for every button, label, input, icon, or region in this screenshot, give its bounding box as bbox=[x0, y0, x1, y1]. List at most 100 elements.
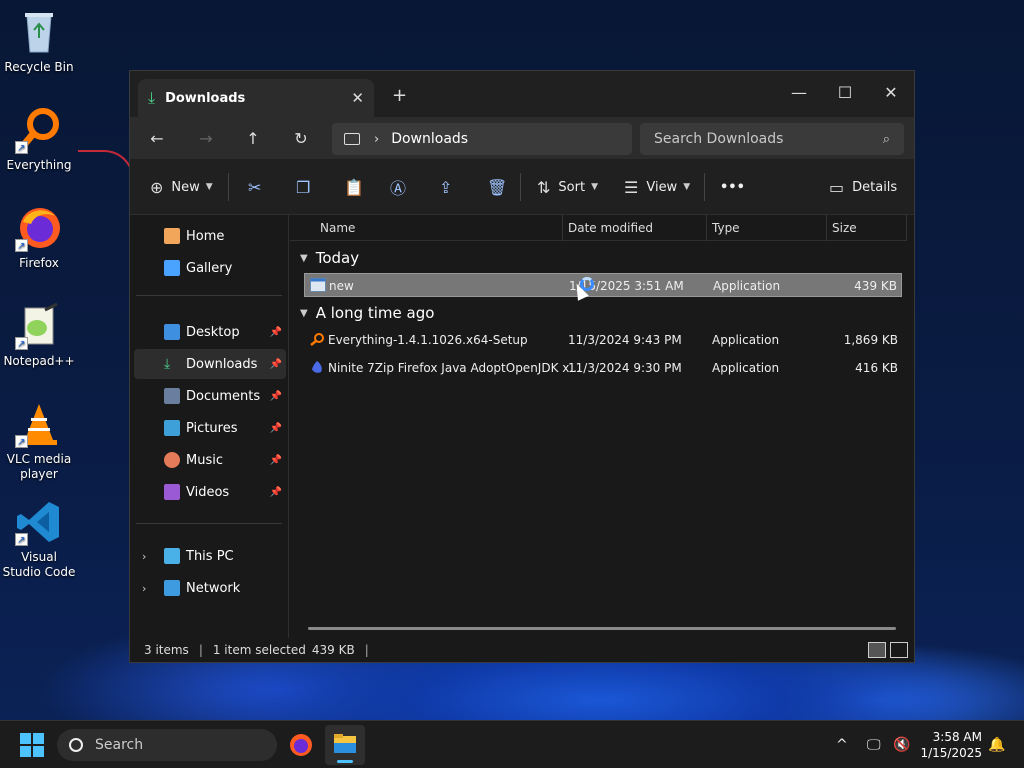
maximize-button[interactable]: ☐ bbox=[822, 77, 868, 107]
shortcut-arrow-icon: ↗ bbox=[15, 141, 28, 154]
close-window-button[interactable]: ✕ bbox=[868, 77, 914, 107]
sidebar-item-documents[interactable]: Documents 📌 bbox=[134, 381, 286, 411]
selected-size: 439 KB bbox=[311, 643, 355, 657]
column-resize-handle[interactable] bbox=[562, 215, 563, 241]
shortcut-arrow-icon: ↗ bbox=[15, 533, 28, 546]
vlc-icon: ↗ bbox=[15, 400, 63, 448]
sidebar-item-network[interactable]: › Network bbox=[134, 573, 286, 603]
sidebar-item-gallery[interactable]: Gallery bbox=[134, 253, 286, 283]
details-label: Details bbox=[852, 179, 898, 195]
minimize-button[interactable]: — bbox=[776, 77, 822, 107]
address-bar[interactable]: › Downloads bbox=[332, 123, 632, 155]
horizontal-scrollbar[interactable] bbox=[308, 627, 896, 630]
volume-muted-icon[interactable]: 🔇 bbox=[893, 721, 910, 768]
desktop-icon-notepadpp[interactable]: ↗ Notepad++ bbox=[1, 302, 77, 369]
sidebar-item-videos[interactable]: Videos 📌 bbox=[134, 477, 286, 507]
shortcut-arrow-icon: ↗ bbox=[15, 337, 28, 350]
sidebar-item-pictures[interactable]: Pictures 📌 bbox=[134, 413, 286, 443]
file-row[interactable]: new 1/15/2025 3:51 AM Application 439 KB bbox=[304, 273, 902, 297]
group-header-today[interactable]: ▼ Today bbox=[300, 249, 359, 267]
chevron-right-icon[interactable]: › bbox=[142, 582, 146, 595]
taskbar-search[interactable]: Search bbox=[57, 729, 277, 761]
breadcrumb-chevron-icon[interactable]: › bbox=[374, 132, 379, 147]
desktop-icon-firefox[interactable]: ↗ Firefox bbox=[1, 204, 77, 271]
file-size: 1,869 KB bbox=[843, 333, 898, 347]
network-icon bbox=[164, 580, 180, 596]
column-resize-handle[interactable] bbox=[826, 215, 827, 241]
desktop-icon-vscode[interactable]: ↗ Visual Studio Code bbox=[1, 498, 77, 580]
column-header-type[interactable]: Type bbox=[712, 221, 740, 235]
music-folder-icon bbox=[164, 452, 180, 468]
pin-icon: 📌 bbox=[269, 326, 282, 338]
chevron-right-icon[interactable]: › bbox=[142, 550, 146, 563]
sidebar-item-music[interactable]: Music 📌 bbox=[134, 445, 286, 475]
firefox-icon bbox=[290, 734, 312, 756]
search-input[interactable]: Search Downloads ⌕ bbox=[640, 123, 904, 155]
videos-folder-icon bbox=[164, 484, 180, 500]
group-header-long-ago[interactable]: ▼ A long time ago bbox=[300, 304, 434, 322]
copy-button[interactable]: ❐ bbox=[296, 159, 310, 215]
up-button[interactable]: ↑ bbox=[241, 127, 265, 151]
taskbar-clock[interactable]: 3:58 AM 1/15/2025 bbox=[920, 729, 982, 761]
search-icon bbox=[69, 738, 83, 752]
everything-setup-icon bbox=[310, 333, 324, 346]
more-options-button[interactable]: ••• bbox=[720, 159, 745, 215]
this-pc-icon bbox=[164, 548, 180, 564]
sidebar-item-desktop[interactable]: Desktop 📌 bbox=[134, 317, 286, 347]
shortcut-arrow-icon: ↗ bbox=[15, 239, 28, 252]
file-name: Ninite 7Zip Firefox Java AdoptOpenJDK x.… bbox=[328, 361, 581, 375]
everything-icon: ↗ bbox=[15, 106, 63, 154]
file-name: new bbox=[329, 279, 354, 293]
desktop-icon-recycle-bin[interactable]: Recycle Bin bbox=[1, 8, 77, 75]
taskbar: Search ^ 🖵 🔇 3:58 AM 1/15/2025 🔔 bbox=[0, 720, 1024, 768]
breadcrumb-downloads[interactable]: Downloads bbox=[391, 131, 468, 147]
status-separator: | bbox=[364, 643, 369, 657]
close-tab-icon[interactable]: ✕ bbox=[351, 89, 364, 107]
tiles-view-toggle[interactable] bbox=[890, 642, 908, 658]
rename-button[interactable]: Ⓐ bbox=[390, 159, 406, 215]
tab-downloads[interactable]: ⤓ Downloads ✕ bbox=[138, 79, 374, 117]
sidebar-item-home[interactable]: Home bbox=[134, 221, 286, 251]
file-row[interactable]: Ninite 7Zip Firefox Java AdoptOpenJDK x.… bbox=[304, 356, 902, 380]
share-button[interactable]: ⇪ bbox=[439, 159, 452, 215]
network-status-icon[interactable]: 🖵 bbox=[867, 721, 881, 768]
details-view-toggle[interactable] bbox=[868, 642, 886, 658]
rename-icon: Ⓐ bbox=[390, 179, 407, 198]
sort-button[interactable]: ⇅ Sort ▼ bbox=[537, 159, 598, 215]
column-header-name[interactable]: Name bbox=[320, 221, 355, 235]
sidebar-divider bbox=[136, 295, 282, 296]
start-button[interactable] bbox=[20, 733, 44, 757]
column-resize-handle[interactable] bbox=[906, 215, 907, 241]
status-separator: | bbox=[198, 643, 203, 657]
taskbar-firefox[interactable] bbox=[281, 725, 321, 765]
new-button[interactable]: ⊕ New ▼ bbox=[150, 159, 213, 215]
pin-icon: 📌 bbox=[269, 390, 282, 402]
new-tab-button[interactable]: + bbox=[392, 85, 407, 106]
column-header-size[interactable]: Size bbox=[832, 221, 857, 235]
tray-overflow-button[interactable]: ^ bbox=[836, 721, 848, 768]
view-button[interactable]: ☰ View ▼ bbox=[624, 159, 690, 215]
sidebar-item-this-pc[interactable]: › This PC bbox=[134, 541, 286, 571]
status-bar: 3 items | 1 item selected 439 KB | bbox=[130, 638, 914, 662]
refresh-button[interactable]: ↻ bbox=[289, 127, 313, 151]
file-row[interactable]: Everything-1.4.1.1026.x64-Setup 11/3/202… bbox=[304, 328, 902, 352]
notification-bell-icon[interactable]: 🔔 bbox=[988, 721, 1005, 768]
file-explorer-window: ⤓ Downloads ✕ + — ☐ ✕ ← → ↑ ↻ › Download… bbox=[129, 70, 915, 663]
file-type: Application bbox=[712, 361, 780, 375]
cut-button[interactable]: ✂ bbox=[248, 159, 261, 215]
plus-circle-icon: ⊕ bbox=[150, 177, 164, 197]
delete-button[interactable]: 🗑 bbox=[487, 159, 507, 215]
sidebar-item-downloads[interactable]: ⤓ Downloads 📌 bbox=[134, 349, 286, 379]
sidebar-divider bbox=[136, 523, 282, 524]
desktop-icon-everything[interactable]: ↗ Everything bbox=[1, 106, 77, 173]
taskbar-file-explorer[interactable] bbox=[325, 725, 365, 765]
paste-button[interactable]: 📋 bbox=[344, 159, 364, 215]
forward-button[interactable]: → bbox=[194, 127, 218, 151]
title-bar: ⤓ Downloads ✕ + — ☐ ✕ bbox=[130, 71, 914, 117]
search-placeholder: Search Downloads bbox=[654, 131, 784, 147]
details-pane-button[interactable]: ▭ Details bbox=[829, 159, 897, 215]
column-resize-handle[interactable] bbox=[706, 215, 707, 241]
desktop-icon-vlc[interactable]: ↗ VLC media player bbox=[1, 400, 77, 482]
column-header-date[interactable]: Date modified bbox=[568, 221, 653, 235]
back-button[interactable]: ← bbox=[145, 127, 169, 151]
